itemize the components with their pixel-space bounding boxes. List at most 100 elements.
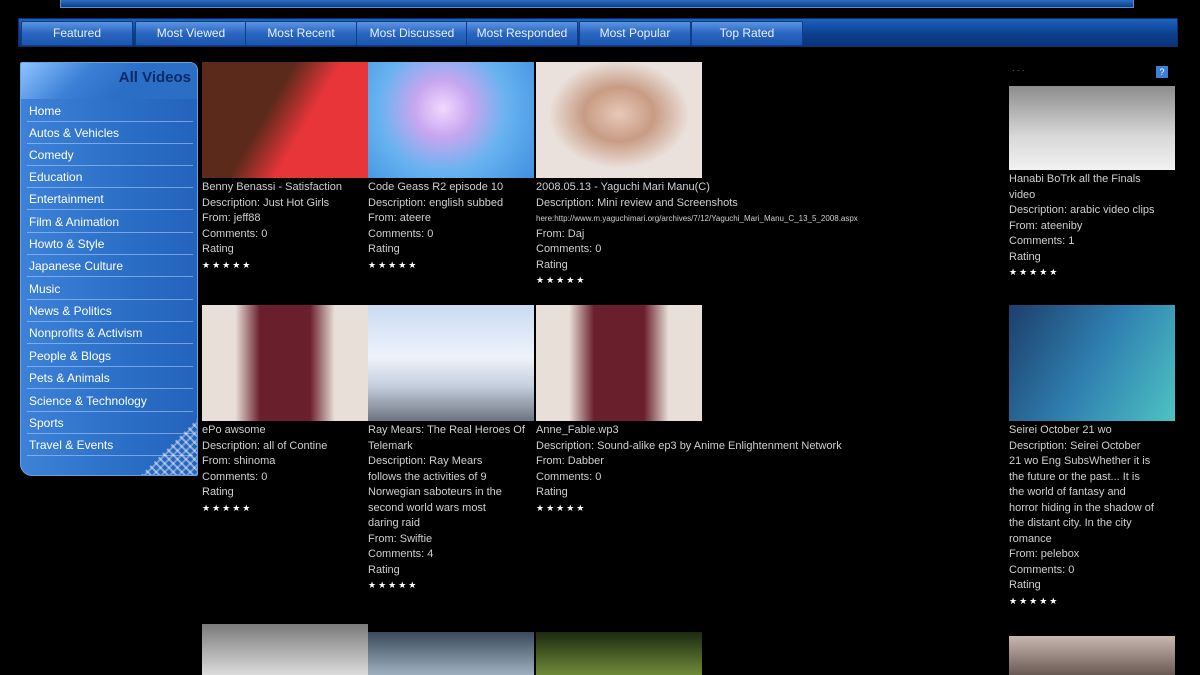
video-description: Description: all of Contine [202, 439, 328, 452]
video-thumbnail[interactable] [536, 632, 702, 675]
tab-featured[interactable]: Featured [21, 21, 133, 46]
sidebar-item-education[interactable]: Education [27, 167, 193, 188]
video-comments: Comments: 1 [1009, 235, 1075, 247]
tab-most-popular[interactable]: Most Popular [579, 21, 691, 46]
video-title[interactable]: Code Geass R2 episode 10 [368, 180, 534, 196]
video-description-line: Norwegian saboteurs in the [368, 486, 502, 498]
tab-most-recent[interactable]: Most Recent [245, 21, 357, 46]
video-comments: Comments: 0 [202, 470, 268, 483]
video-description-line: Telemark [368, 439, 413, 452]
video-rating-label: Rating [1009, 579, 1041, 591]
rating-stars: ★★★★★ [368, 580, 419, 590]
video-comments: Comments: 0 [202, 227, 268, 240]
video-card: Hanabi BoTrk all the Finals video Descri… [1009, 86, 1175, 281]
tab-most-responded[interactable]: Most Responded [466, 21, 578, 46]
rating-stars: ★★★★★ [536, 502, 587, 513]
video-card: ePo awsome Description: all of Contine F… [202, 305, 368, 516]
related-label: · · · [1012, 66, 1025, 75]
sidebar-item-home[interactable]: Home [27, 101, 193, 122]
video-thumbnail[interactable] [536, 62, 702, 178]
video-card: Anne_Fable.wp3 Description: Sound-alike … [536, 305, 842, 516]
video-comments: Comments: 0 [368, 227, 434, 240]
video-description-line: horror hiding in the shadow of [1009, 501, 1154, 514]
video-rating-label: Rating [202, 486, 234, 498]
tab-most-viewed[interactable]: Most Viewed [135, 21, 247, 46]
video-title[interactable]: Hanabi BoTrk all the Finals [1009, 172, 1175, 188]
video-uploader: From: ateere [368, 212, 431, 224]
video-thumbnail[interactable] [1009, 636, 1175, 675]
sidebar-item-music[interactable]: Music [27, 279, 193, 300]
video-description-line: Description: Seirei October [1009, 439, 1141, 452]
video-thumbnail[interactable] [368, 632, 534, 675]
sidebar-item-pets[interactable]: Pets & Animals [27, 368, 193, 389]
video-description-line: follows the activities of 9 [368, 470, 487, 483]
video-rating-label: Rating [368, 563, 400, 576]
video-thumbnail[interactable] [368, 305, 534, 421]
video-description: Description: arabic video clips [1009, 204, 1155, 216]
top-banner-bar [60, 0, 1134, 8]
rating-stars: ★★★★★ [202, 502, 253, 513]
video-uploader: From: jeff88 [202, 212, 261, 224]
video-description: Description: Just Hot Girls [202, 196, 330, 209]
video-title-continued: video [1009, 188, 1036, 201]
video-description-line: second world wars most [368, 501, 486, 514]
video-rating-label: Rating [1009, 250, 1041, 263]
rating-stars: ★★★★★ [1009, 595, 1060, 606]
video-card: Ray Mears: The Real Heroes Of Telemark D… [368, 305, 534, 594]
sidebar-item-nonprofits[interactable]: Nonprofits & Activism [27, 323, 193, 344]
sidebar-item-people[interactable]: People & Blogs [27, 346, 193, 367]
sidebar-item-autos[interactable]: Autos & Vehicles [27, 123, 193, 144]
sidebar-item-sports[interactable]: Sports [27, 413, 193, 434]
video-card: Code Geass R2 episode 10 Description: en… [368, 62, 534, 273]
rating-stars: ★★★★★ [368, 259, 419, 270]
video-description-line: romance [1009, 532, 1052, 545]
video-description-line: Description: Ray Mears [368, 455, 483, 467]
video-uploader: From: Swiftie [368, 532, 433, 545]
video-thumbnail[interactable] [368, 62, 534, 178]
sidebar-item-news[interactable]: News & Politics [27, 301, 193, 322]
video-description-url: here:http://www.m.yaguchimari.org/archiv… [536, 214, 858, 223]
video-title[interactable]: Ray Mears: The Real Heroes Of [368, 423, 534, 439]
rating-stars: ★★★★★ [536, 275, 587, 285]
sidebar-item-japanese[interactable]: Japanese Culture [27, 256, 193, 277]
video-thumbnail[interactable] [1009, 305, 1175, 421]
video-thumbnail[interactable] [202, 624, 368, 675]
tab-top-rated[interactable]: Top Rated [691, 21, 803, 46]
help-icon[interactable]: ? [1156, 66, 1168, 78]
video-description: Description: english subbed [368, 196, 504, 209]
video-comments: Comments: 0 [536, 243, 602, 255]
video-comments: Comments: 0 [536, 470, 602, 483]
video-thumbnail[interactable] [536, 305, 702, 421]
category-tab-bar: Featured Most Viewed Most Recent Most Di… [18, 18, 1178, 47]
sidebar-item-film[interactable]: Film & Animation [27, 212, 193, 233]
rating-stars: ★★★★★ [202, 259, 253, 270]
video-thumbnail[interactable] [202, 305, 368, 421]
video-thumbnail[interactable] [1009, 86, 1175, 170]
video-comments: Comments: 4 [368, 548, 434, 560]
video-description: Description: Sound-alike ep3 by Anime En… [536, 439, 842, 452]
video-title[interactable]: ePo awsome [202, 423, 368, 439]
video-rating-label: Rating [368, 243, 400, 255]
video-title[interactable]: 2008.05.13 - Yaguchi Mari Manu(C) [536, 180, 710, 196]
sidebar-title: All Videos [118, 69, 191, 86]
sidebar-item-science[interactable]: Science & Technology [27, 391, 193, 412]
sidebar-item-entertainment[interactable]: Entertainment [27, 189, 193, 210]
video-card: Benny Benassi - Satisfaction Description… [202, 62, 368, 273]
video-comments: Comments: 0 [1009, 563, 1075, 576]
video-thumbnail[interactable] [202, 62, 368, 178]
video-description-line: 21 wo Eng SubsWhether it is [1009, 455, 1151, 467]
video-uploader: From: pelebox [1009, 548, 1080, 560]
sidebar-item-howto[interactable]: Howto & Style [27, 234, 193, 255]
video-card: 2008.05.13 - Yaguchi Mari Manu(C) Descri… [536, 62, 858, 289]
video-description: Description: Mini review and Screenshots [536, 196, 738, 209]
rating-stars: ★★★★★ [1009, 267, 1060, 277]
sidebar-item-comedy[interactable]: Comedy [27, 145, 193, 166]
video-title[interactable]: Seirei October 21 wo [1009, 423, 1175, 439]
category-sidebar: All Videos Home Autos & Vehicles Comedy … [20, 62, 198, 476]
tab-most-discussed[interactable]: Most Discussed [356, 21, 468, 46]
video-rating-label: Rating [536, 258, 568, 271]
video-rating-label: Rating [536, 486, 568, 498]
video-title[interactable]: Benny Benassi - Satisfaction [202, 180, 368, 196]
video-title[interactable]: Anne_Fable.wp3 [536, 423, 702, 439]
video-description-line: daring raid [368, 517, 420, 529]
